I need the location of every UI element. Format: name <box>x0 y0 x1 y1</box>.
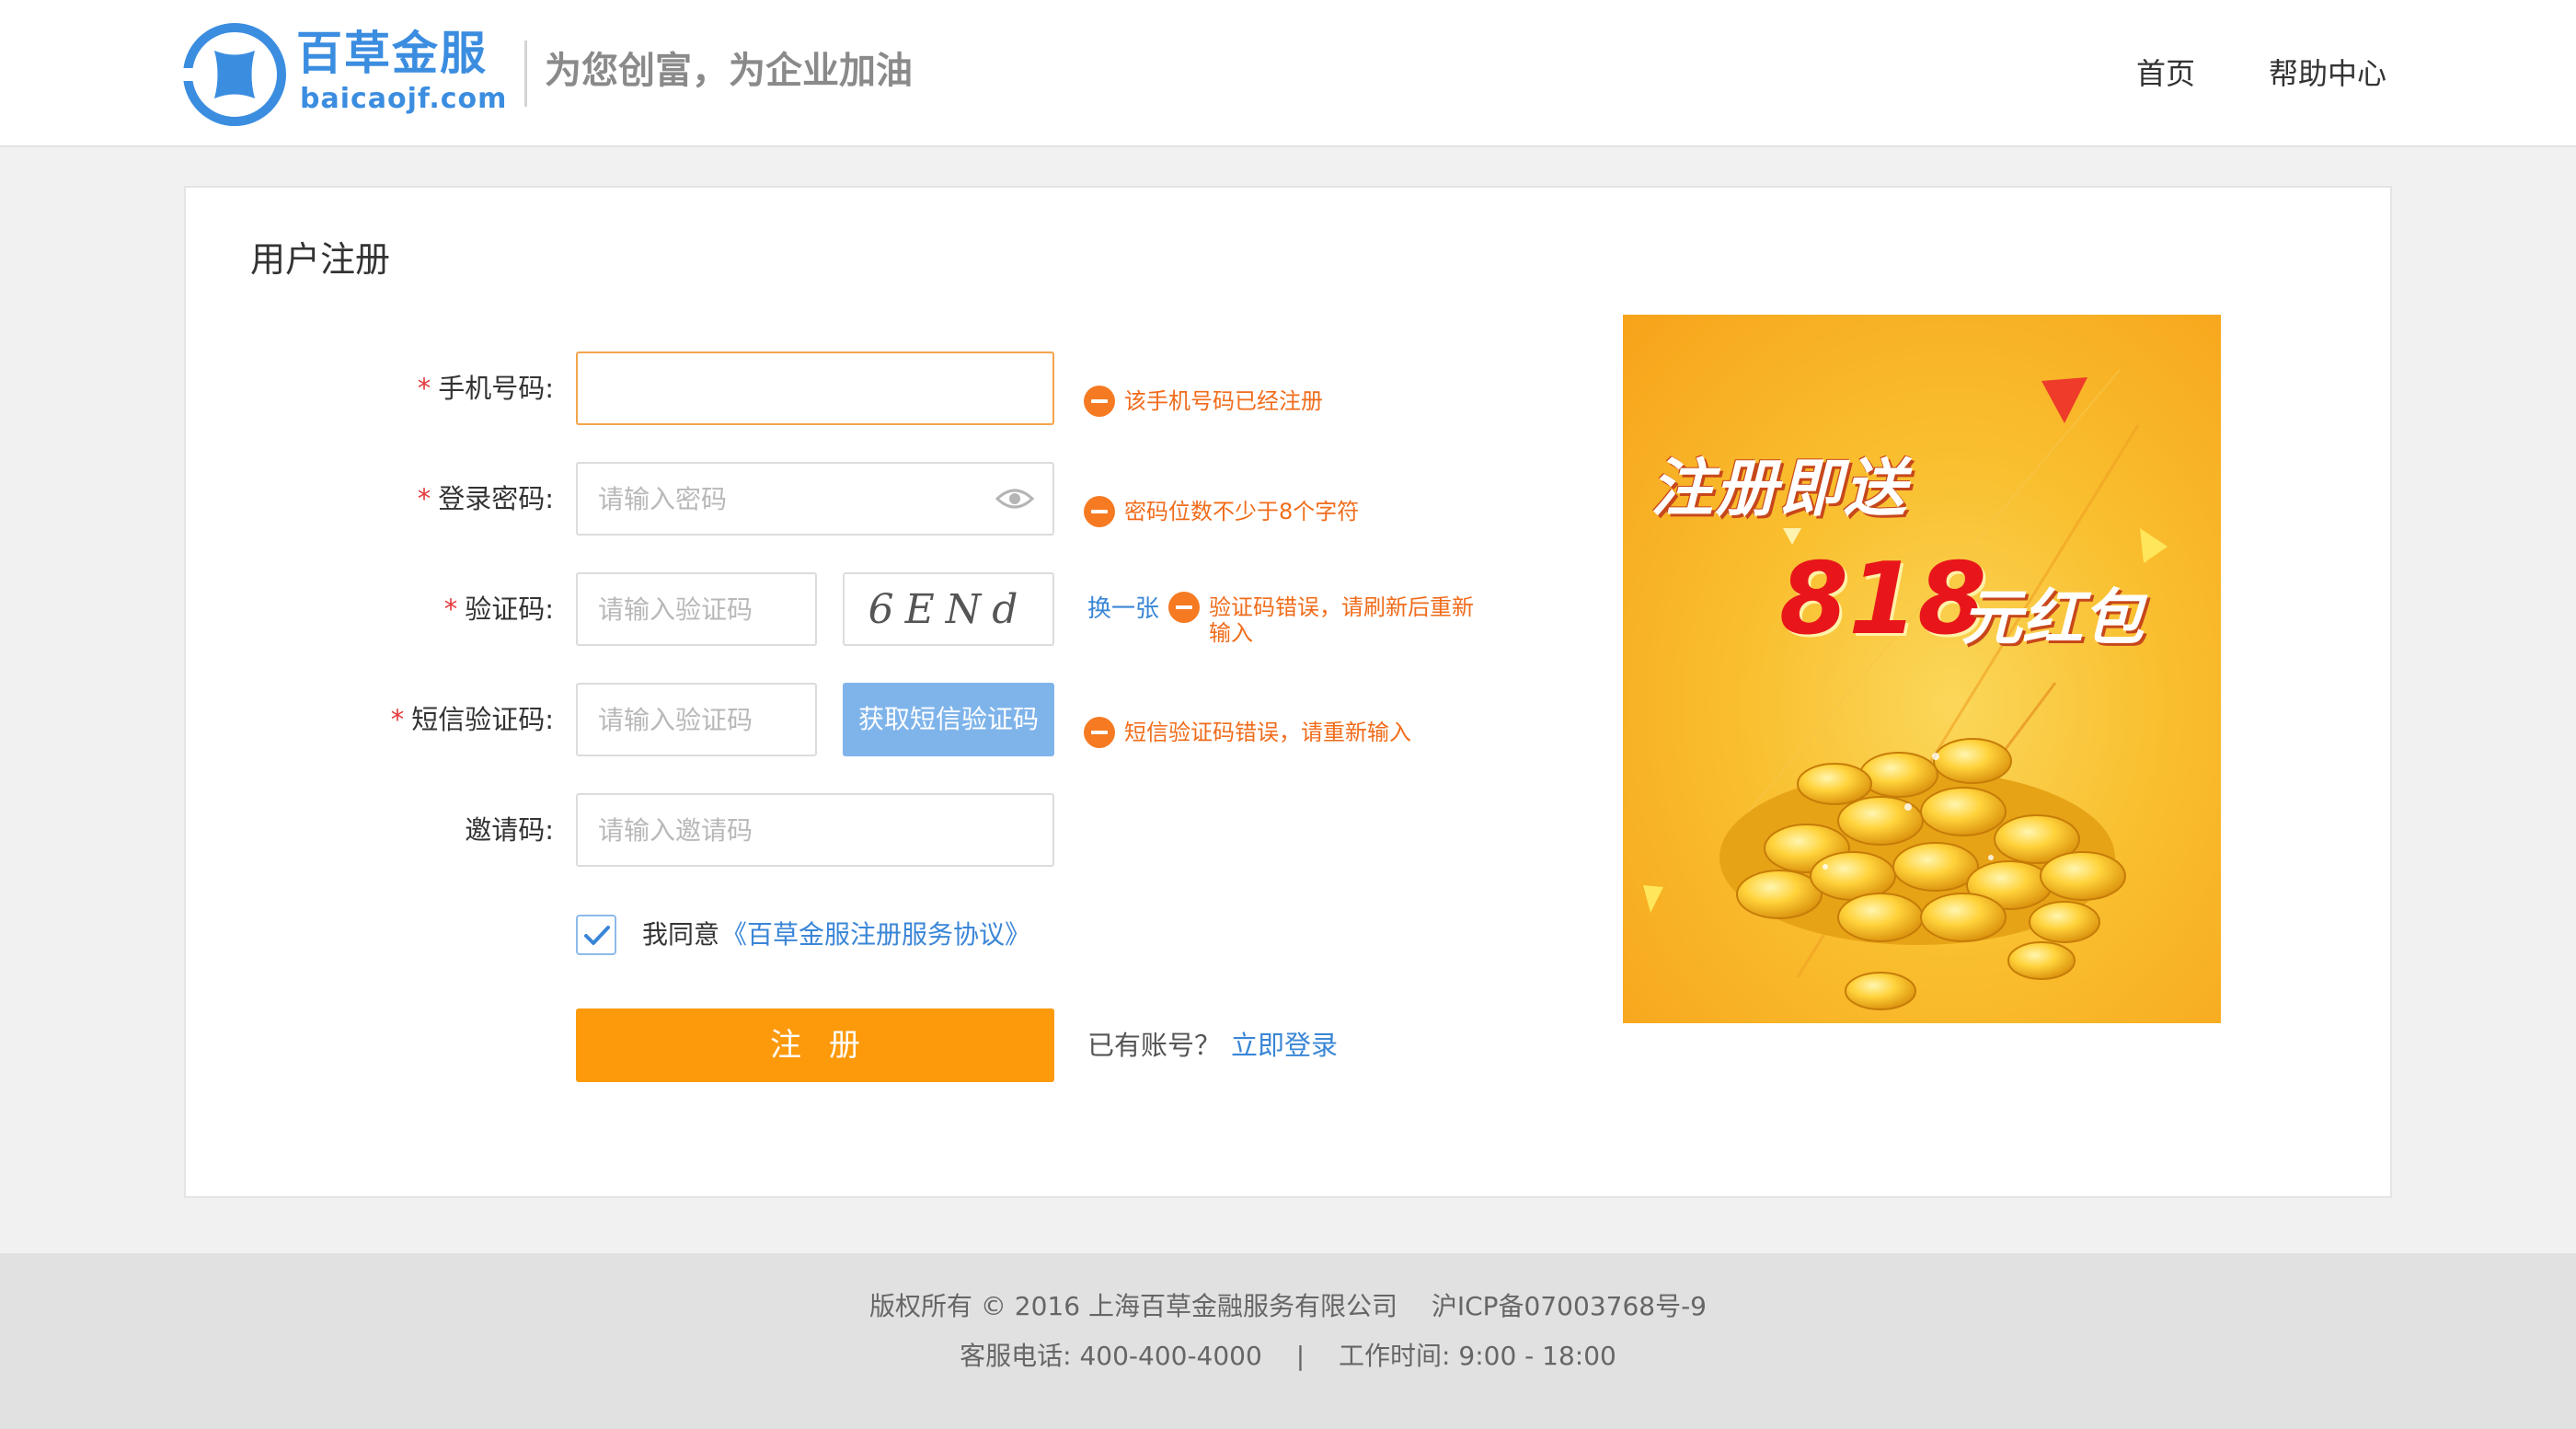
agree-text: 我同意 <box>642 919 720 950</box>
nav-home[interactable]: 首页 <box>2136 52 2195 96</box>
required-mark: * <box>417 373 431 404</box>
banner-unit: 元红包 <box>1961 582 2144 653</box>
password-error-text: 密码位数不少于8个字符 <box>1124 499 1360 524</box>
password-label: * 登录密码: <box>417 483 554 514</box>
error-icon <box>1084 496 1115 527</box>
site-header: 百草金服 baicaojf.com 为您创富，为企业加油 首页 帮助中心 <box>0 0 2576 147</box>
eye-icon[interactable] <box>995 486 1034 512</box>
invite-label: 邀请码: <box>465 814 554 846</box>
sms-label: * 短信验证码: <box>390 704 554 735</box>
captcha-error-text: 验证码错误，请刷新后重新输入 <box>1209 594 1474 646</box>
site-footer: 版权所有 © 2016 上海百草金融服务有限公司 沪ICP备07003768号-… <box>0 1253 2576 1429</box>
login-link[interactable]: 立即登录 <box>1231 1025 1338 1066</box>
register-button[interactable]: 注册 <box>576 1008 1054 1082</box>
banner-headline: 注册即送 <box>1650 453 1909 525</box>
password-field[interactable] <box>576 462 1054 536</box>
password-input[interactable] <box>578 464 1052 534</box>
phone-error-text: 该手机号码已经注册 <box>1124 388 1323 414</box>
captcha-label: * 验证码: <box>443 593 554 625</box>
coins-illustration <box>1719 738 2126 1010</box>
slogan: 为您创富，为企业加油 <box>545 49 913 92</box>
captcha-refresh-link[interactable]: 换一张 <box>1087 593 1159 626</box>
invite-field[interactable] <box>576 793 1054 867</box>
error-icon <box>1084 717 1115 748</box>
sms-input[interactable] <box>578 685 815 755</box>
page-title: 用户注册 <box>250 239 391 280</box>
brand-domain: baicaojf.com <box>300 83 508 115</box>
agree-checkbox[interactable] <box>576 915 616 955</box>
phone-input[interactable] <box>578 353 1052 423</box>
brand-name[interactable]: 百草金服 <box>296 26 488 81</box>
register-card: 用户注册 * 手机号码: 该手机号码已经注册 * 登录密码: 密码位数不少于8个字符… <box>184 186 2392 1198</box>
nav-help-center[interactable]: 帮助中心 <box>2269 52 2386 96</box>
invite-input[interactable] <box>578 795 1052 865</box>
phone-label: * 手机号码: <box>417 373 554 404</box>
logo-divider <box>524 40 527 107</box>
phone-field[interactable] <box>576 351 1054 425</box>
captcha-field[interactable] <box>576 572 817 646</box>
get-sms-code-button[interactable]: 获取短信验证码 <box>843 683 1054 756</box>
footer-contact: 客服电话: 400-400-4000 | 工作时间: 9:00 - 18:00 <box>960 1341 1616 1371</box>
logo-icon[interactable] <box>182 22 287 127</box>
sms-error-text: 短信验证码错误，请重新输入 <box>1124 720 1411 745</box>
banner-amount: 818 <box>1779 542 1987 657</box>
sms-field[interactable] <box>576 683 817 756</box>
checkmark-icon <box>584 926 610 945</box>
error-icon <box>1168 592 1200 623</box>
promo-banner[interactable]: 注册即送 818 元红包 <box>1623 315 2221 1023</box>
captcha-image[interactable]: 6ENd <box>843 572 1054 646</box>
captcha-input[interactable] <box>578 574 815 644</box>
have-account-text: 已有账号？ <box>1087 1030 1222 1061</box>
error-icon <box>1084 386 1115 417</box>
footer-copyright: 版权所有 © 2016 上海百草金融服务有限公司 沪ICP备07003768号-… <box>869 1291 1707 1321</box>
agreement-link[interactable]: 《百草金服注册服务协议》 <box>721 915 1030 955</box>
